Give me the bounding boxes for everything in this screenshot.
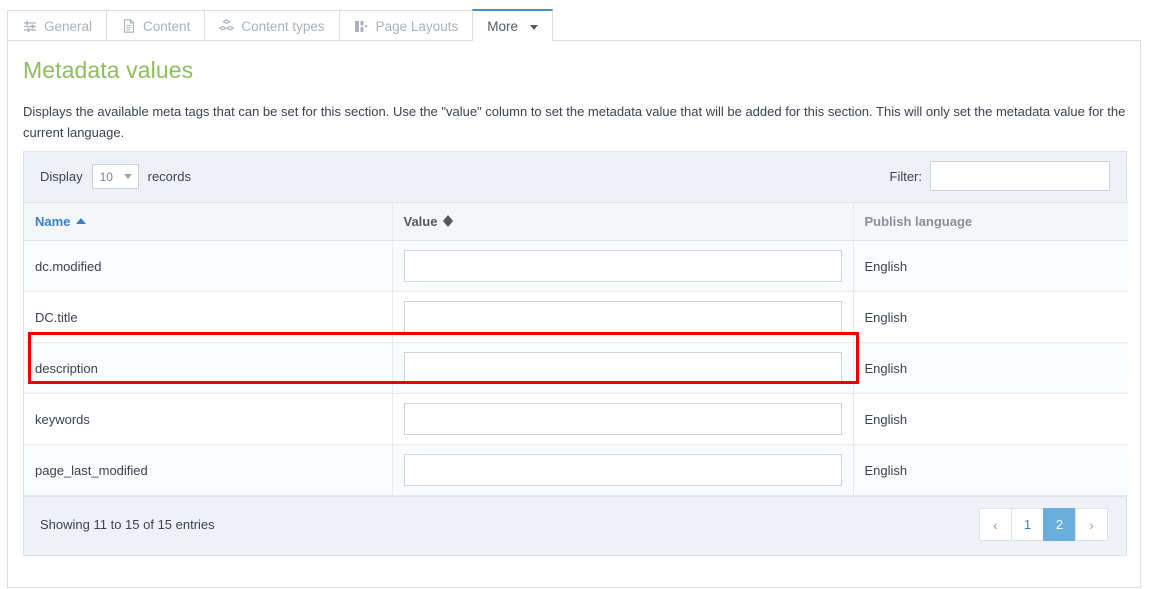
table-head: Name Value Publish language <box>24 203 1128 241</box>
column-header-name-label: Name <box>35 214 70 229</box>
pagination-previous-button[interactable]: ‹ <box>979 508 1012 541</box>
tab-page-layouts-label: Page Layouts <box>376 19 459 34</box>
metadata-value-input[interactable] <box>404 454 842 486</box>
table-row: dc.modified English <box>24 241 1128 292</box>
tab-content-types[interactable]: Content types <box>204 10 339 41</box>
cell-value <box>392 343 853 394</box>
cell-publish-language: English <box>853 241 1128 292</box>
records-label: records <box>148 169 191 184</box>
pagination-next-button[interactable]: › <box>1075 508 1108 541</box>
cell-name: description <box>24 343 392 394</box>
column-header-value[interactable]: Value <box>392 203 853 241</box>
tab-page-layouts[interactable]: Page Layouts <box>339 10 474 41</box>
tab-content[interactable]: Content <box>106 10 205 41</box>
cell-name: keywords <box>24 394 392 445</box>
cell-publish-language: English <box>853 394 1128 445</box>
tab-bar: General Content <box>0 0 1149 41</box>
table-footer: Showing 11 to 15 of 15 entries ‹ 1 2 › <box>24 496 1126 555</box>
filter-group: Filter: <box>890 161 1111 191</box>
cell-name: dc.modified <box>24 241 392 292</box>
tab-general[interactable]: General <box>7 10 107 41</box>
pagination-page-2-button[interactable]: 2 <box>1043 508 1076 541</box>
metadata-value-input[interactable] <box>404 403 842 435</box>
table-controls: Display 10 records Filter: <box>24 152 1126 202</box>
filter-input[interactable] <box>930 161 1110 191</box>
sort-unsorted-icon <box>443 214 453 228</box>
document-icon <box>121 19 136 33</box>
tab-list: General Content <box>7 9 552 41</box>
tab-more-label: More <box>487 19 518 34</box>
table-body: dc.modified English DC.title English des… <box>24 241 1128 496</box>
table-row: DC.title English <box>24 292 1128 343</box>
table-header-row: Name Value Publish language <box>24 203 1128 241</box>
pagination-page-1-button[interactable]: 1 <box>1011 508 1044 541</box>
cell-value <box>392 394 853 445</box>
column-header-publish-language: Publish language <box>853 203 1128 241</box>
entries-summary: Showing 11 to 15 of 15 entries <box>40 517 215 532</box>
cell-publish-language: English <box>853 343 1128 394</box>
table-row: description English <box>24 343 1128 394</box>
cubes-icon <box>219 19 234 33</box>
cell-name: DC.title <box>24 292 392 343</box>
metadata-value-input[interactable] <box>404 301 842 333</box>
sitemap-icon <box>354 19 369 33</box>
sliders-icon <box>22 19 37 33</box>
sort-ascending-icon <box>76 218 86 224</box>
filter-label: Filter: <box>890 169 923 184</box>
pagination: ‹ 1 2 › <box>979 508 1108 541</box>
display-label: Display <box>40 169 83 184</box>
page-length-value: 10 <box>100 170 113 184</box>
chevron-down-icon <box>530 25 538 30</box>
table-row: page_last_modified English <box>24 445 1128 496</box>
chevron-down-icon <box>124 174 132 179</box>
cell-value <box>392 292 853 343</box>
column-header-value-label: Value <box>404 214 438 229</box>
cell-name: page_last_modified <box>24 445 392 496</box>
cell-publish-language: English <box>853 292 1128 343</box>
content-panel: Metadata values Displays the available m… <box>7 41 1141 588</box>
metadata-table-card: Display 10 records Filter: <box>23 151 1127 556</box>
cell-publish-language: English <box>853 445 1128 496</box>
metadata-value-input[interactable] <box>404 352 842 384</box>
metadata-table: Name Value Publish language dc.modified <box>24 202 1128 496</box>
cell-value <box>392 445 853 496</box>
cell-value <box>392 241 853 292</box>
page-title: Metadata values <box>23 57 193 84</box>
tab-content-types-label: Content types <box>241 19 324 34</box>
table-row: keywords English <box>24 394 1128 445</box>
page-description: Displays the available meta tags that ca… <box>23 101 1127 143</box>
column-header-name[interactable]: Name <box>24 203 392 241</box>
tab-more[interactable]: More <box>472 9 553 41</box>
metadata-value-input[interactable] <box>404 250 842 282</box>
display-records-group: Display 10 records <box>40 164 191 189</box>
tab-general-label: General <box>44 19 92 34</box>
column-header-publish-language-label: Publish language <box>865 214 973 229</box>
page-length-select[interactable]: 10 <box>92 164 139 189</box>
tab-content-label: Content <box>143 19 190 34</box>
